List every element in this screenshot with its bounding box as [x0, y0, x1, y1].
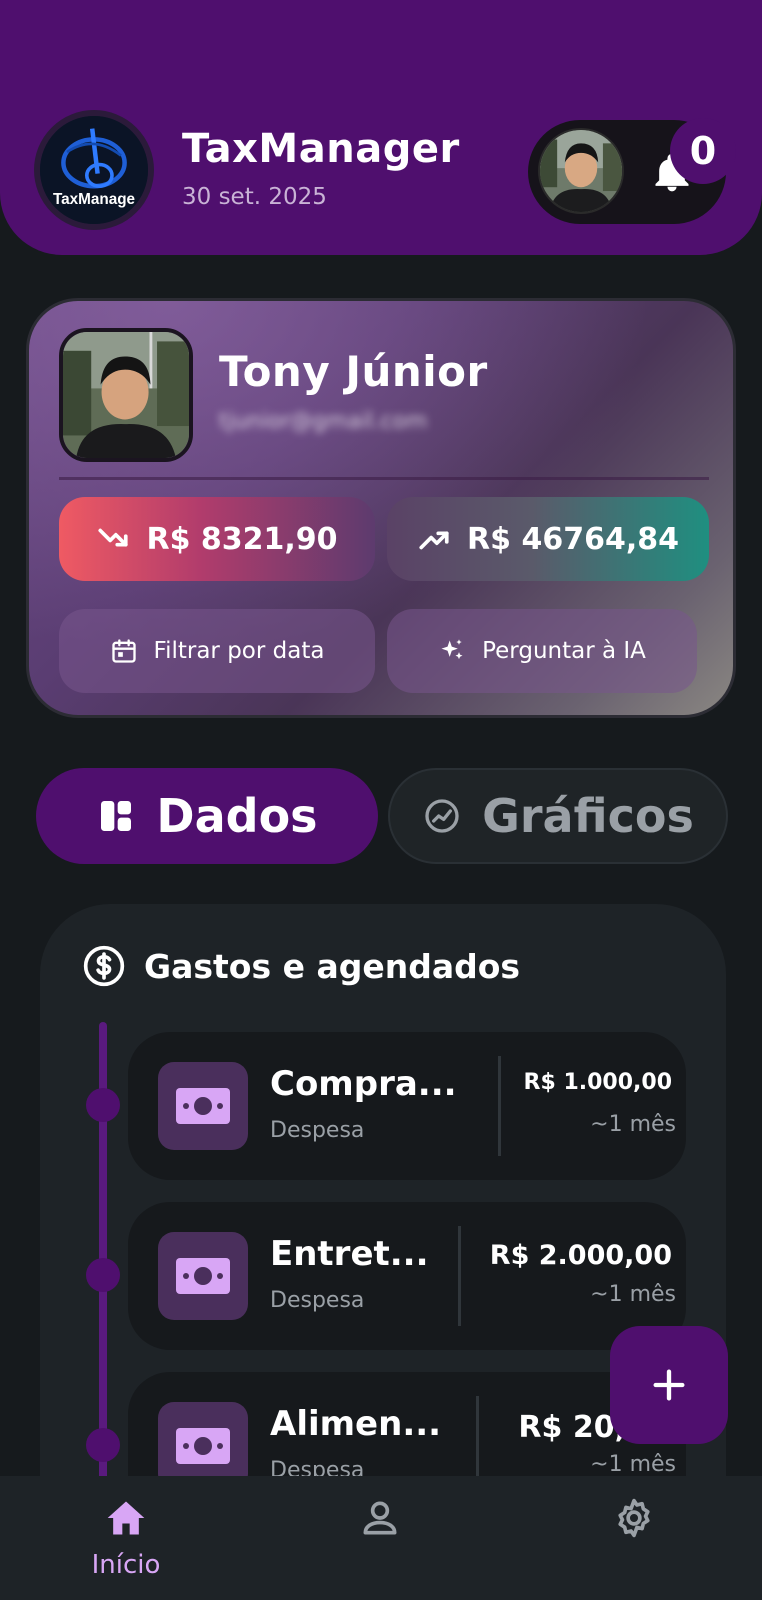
dollar-circle-icon [83, 945, 125, 987]
profile-divider [59, 477, 709, 480]
expense-type: Despesa [270, 1288, 365, 1313]
gear-icon [618, 1498, 650, 1538]
current-date: 30 set. 2025 [182, 184, 327, 210]
dashboard-icon [101, 801, 132, 831]
profile-card: Tony Júnior tjunior@gmail.com R$ 8321,90… [26, 298, 736, 718]
trending-up-icon [419, 531, 449, 550]
expense-amount: R$ 2.000,00 [489, 1240, 672, 1271]
expense-due: ~1 mês [590, 1112, 676, 1137]
profile-name: Tony Júnior [219, 347, 488, 396]
filter-by-date-button[interactable]: Filtrar por data [59, 609, 375, 693]
nav-profile[interactable] [320, 1496, 440, 1592]
expense-item[interactable]: Entret... Despesa R$ 2.000,00 ~1 mês [128, 1202, 686, 1350]
expense-title: Alimen... [270, 1404, 442, 1444]
ask-ai-label: Perguntar à IA [482, 638, 646, 664]
expense-title: Entret... [270, 1234, 429, 1274]
expense-title: Compra... [270, 1064, 457, 1104]
ask-ai-button[interactable]: Perguntar à IA [387, 609, 697, 693]
chart-icon [425, 799, 459, 833]
expense-icon-box [158, 1232, 248, 1320]
profile-photo [59, 328, 193, 462]
profile-email: tjunior@gmail.com [219, 409, 428, 434]
expense-due: ~1 mês [590, 1282, 676, 1307]
timeline-dot [86, 1428, 120, 1462]
tab-dados[interactable]: Dados [36, 768, 378, 864]
filter-by-date-label: Filtrar por data [153, 638, 325, 664]
money-icon [176, 1428, 230, 1464]
calendar-icon [111, 639, 136, 663]
bottom-navigation: Início [0, 1476, 762, 1600]
tab-graficos-label: Gráficos [482, 789, 694, 843]
timeline-dot [86, 1258, 120, 1292]
money-icon [176, 1258, 230, 1294]
timeline-dot [86, 1088, 120, 1122]
tab-dados-label: Dados [156, 789, 318, 843]
header-avatar[interactable] [538, 128, 624, 214]
tab-graficos[interactable]: Gráficos [388, 768, 728, 864]
person-icon [363, 1501, 397, 1535]
nav-home-label: Início [91, 1550, 161, 1580]
expense-type: Despesa [270, 1118, 365, 1143]
expense-amount: R$ 1.000,00 [523, 1070, 672, 1095]
nav-settings[interactable] [574, 1496, 694, 1592]
plus-icon [653, 1369, 685, 1401]
expense-separator [498, 1056, 501, 1156]
svg-text:TaxManage: TaxManage [53, 191, 135, 208]
expenses-panel-title: Gastos e agendados [82, 944, 520, 988]
app-logo: TaxManage [34, 110, 154, 230]
expense-total-value: R$ 8321,90 [146, 521, 338, 557]
expense-item[interactable]: Compra... Despesa R$ 1.000,00 ~1 mês [128, 1032, 686, 1180]
notification-badge[interactable]: 0 [670, 118, 736, 184]
sparkles-icon [441, 639, 463, 660]
add-expense-button[interactable] [610, 1326, 728, 1444]
home-icon [107, 1501, 145, 1535]
income-total-card[interactable]: R$ 46764,84 [387, 497, 709, 581]
money-icon [176, 1088, 230, 1124]
app-title: TaxManager [182, 126, 460, 172]
expense-separator [458, 1226, 461, 1326]
expense-icon-box [158, 1062, 248, 1150]
expense-due: ~1 mês [590, 1452, 676, 1477]
nav-home[interactable]: Início [66, 1496, 186, 1592]
expenses-title-text: Gastos e agendados [144, 946, 521, 986]
expense-total-card[interactable]: R$ 8321,90 [59, 497, 375, 581]
trending-down-icon [98, 528, 129, 547]
income-total-value: R$ 46764,84 [467, 521, 679, 557]
